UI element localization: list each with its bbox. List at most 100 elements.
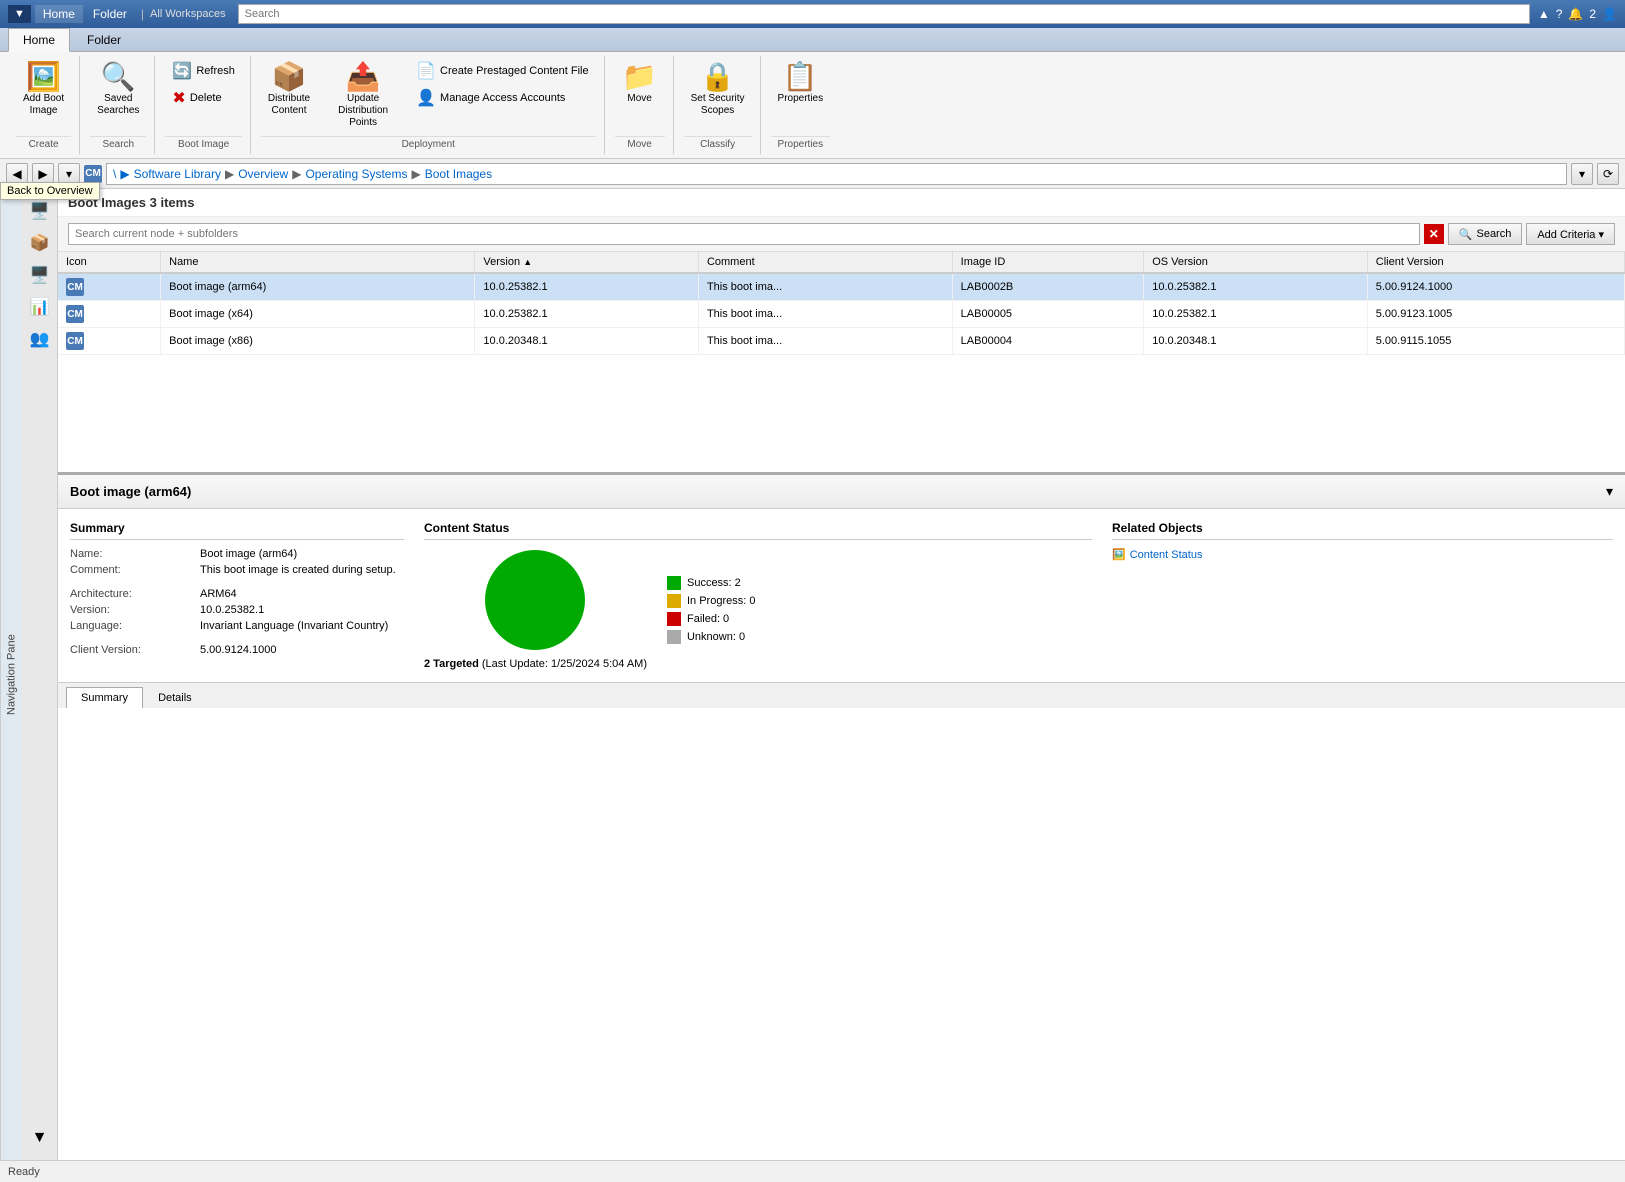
details-collapse-icon[interactable]: ▾ <box>1606 483 1613 500</box>
row-version: 10.0.25382.1 <box>475 273 699 301</box>
tab-folder[interactable]: Folder <box>72 28 136 51</box>
notification-count: 2 <box>1589 7 1596 21</box>
security-icon: 🔒 <box>700 63 735 91</box>
related-objects-section: Related Objects 🖼️ Content Status <box>1112 521 1613 670</box>
search-button[interactable]: 🔍 Search <box>1448 223 1523 245</box>
table-row[interactable]: CM Boot image (x86) 10.0.20348.1 This bo… <box>58 328 1625 355</box>
nav-icon-1[interactable]: 📦 <box>26 229 54 257</box>
breadcrumb-overview[interactable]: Overview <box>238 167 288 181</box>
content-header: Boot Images 3 items <box>58 189 1625 217</box>
success-color <box>667 576 681 590</box>
ribbon: 🖼️ Add Boot Image Create 🔍 Saved Searche… <box>0 52 1625 159</box>
breadcrumb-operating-systems[interactable]: Operating Systems <box>305 167 407 181</box>
saved-searches-label: Saved Searches <box>97 93 139 117</box>
refresh-label: Refresh <box>196 65 235 77</box>
move-label: Move <box>627 93 651 105</box>
row-os-version: 10.0.25382.1 <box>1144 301 1368 328</box>
classify-group-label: Classify <box>684 136 752 152</box>
arch-value: ARM64 <box>200 588 404 600</box>
last-update: (Last Update: 1/25/2024 5:04 AM) <box>482 658 647 670</box>
properties-button[interactable]: 📋 Properties <box>771 58 831 110</box>
summary-section: Summary Name: Boot image (arm64) Comment… <box>70 521 404 670</box>
title-bar: ▼ Home Folder | All Workspaces ▲ ? 🔔 2 👤 <box>0 0 1625 28</box>
refresh-nav-button[interactable]: ⟳ <box>1597 163 1619 185</box>
boot-image-actions: 🔄 Refresh ✖ Delete <box>165 58 241 111</box>
breadcrumb-sep3: ▶ <box>225 167 234 181</box>
related-objects-title: Related Objects <box>1112 521 1613 540</box>
content-status-section: Content Status 2 Targeted (Last Update: … <box>424 521 1092 670</box>
title-search-input[interactable] <box>238 4 1530 24</box>
failed-color <box>667 612 681 626</box>
refresh-button[interactable]: 🔄 Refresh <box>165 58 241 84</box>
nav-icon-2[interactable]: 🖥️ <box>26 261 54 289</box>
donut-area: 2 Targeted (Last Update: 1/25/2024 5:04 … <box>424 550 1092 670</box>
breadcrumb-sep5: ▶ <box>411 167 420 181</box>
table-row[interactable]: CM Boot image (arm64) 10.0.25382.1 This … <box>58 273 1625 301</box>
breadcrumb-boot-images[interactable]: Boot Images <box>425 167 492 181</box>
targeted-count: 2 Targeted <box>424 658 479 670</box>
update-dp-icon: 📤 <box>346 63 381 91</box>
tab-details[interactable]: Details <box>143 687 207 708</box>
distribute-content-label: Distribute Content <box>268 93 310 117</box>
row-os-version: 10.0.25382.1 <box>1144 273 1368 301</box>
home-tab[interactable]: Home <box>35 5 83 23</box>
folder-tab[interactable]: Folder <box>85 5 135 23</box>
tab-home[interactable]: Home <box>8 28 70 52</box>
saved-searches-button[interactable]: 🔍 Saved Searches <box>90 58 146 122</box>
distribute-content-button[interactable]: 📦 Distribute Content <box>261 58 317 122</box>
legend-failed: Failed: 0 <box>667 612 755 626</box>
search-group-label: Search <box>90 136 146 152</box>
add-criteria-button[interactable]: Add Criteria ▾ <box>1526 223 1615 245</box>
col-image-id[interactable]: Image ID <box>952 252 1144 273</box>
app-dropdown[interactable]: ▼ <box>8 5 31 23</box>
breadcrumb-dropdown[interactable]: ▾ <box>1571 163 1593 185</box>
deployment-group-label: Deployment <box>261 136 596 152</box>
table-row[interactable]: CM Boot image (x64) 10.0.25382.1 This bo… <box>58 301 1625 328</box>
row-version: 10.0.20348.1 <box>475 328 699 355</box>
table-container[interactable]: Icon Name Version ▲ Comment Image ID OS … <box>58 252 1625 472</box>
expand-icon[interactable]: ▲ <box>1538 7 1550 21</box>
nav-icon-3[interactable]: 📊 <box>26 293 54 321</box>
col-version[interactable]: Version ▲ <box>475 252 699 273</box>
nav-icon-0[interactable]: 🖥️ <box>26 197 54 225</box>
content-status-link[interactable]: 🖼️ Content Status <box>1112 548 1613 561</box>
row-icon: CM <box>66 332 84 350</box>
manage-accounts-button[interactable]: 👤 Manage Access Accounts <box>409 85 596 111</box>
nav-icon-4[interactable]: 👥 <box>26 325 54 353</box>
breadcrumb-sep1: \ <box>113 167 116 181</box>
row-image-id: LAB0002B <box>952 273 1144 301</box>
col-icon[interactable]: Icon <box>58 252 161 273</box>
comment-value: This boot image is created during setup. <box>200 564 404 576</box>
col-client-version[interactable]: Client Version <box>1367 252 1624 273</box>
nav-expand-btn[interactable]: ▼ <box>26 1124 54 1152</box>
search-button-label: Search <box>1476 228 1511 240</box>
move-button[interactable]: 📁 Move <box>615 58 665 110</box>
add-boot-image-button[interactable]: 🖼️ Add Boot Image <box>16 58 71 122</box>
tab-summary[interactable]: Summary <box>66 687 143 708</box>
col-comment[interactable]: Comment <box>698 252 952 273</box>
add-boot-image-icon: 🖼️ <box>26 63 61 91</box>
content-area: Boot Images 3 items ✕ 🔍 Search Add Crite… <box>58 189 1625 1160</box>
user-icon[interactable]: 👤 <box>1602 7 1617 21</box>
failed-label: Failed: 0 <box>687 613 729 625</box>
search-input[interactable] <box>68 223 1420 245</box>
navigation-pane-label: Navigation Pane <box>0 189 22 1160</box>
col-name[interactable]: Name <box>161 252 475 273</box>
set-security-button[interactable]: 🔒 Set Security Scopes <box>684 58 752 122</box>
status-bar: Ready <box>0 1160 1625 1182</box>
create-prestaged-button[interactable]: 📄 Create Prestaged Content File <box>409 58 596 84</box>
delete-button[interactable]: ✖ Delete <box>165 85 241 111</box>
breadcrumb-sep4: ▶ <box>292 167 301 181</box>
row-os-version: 10.0.20348.1 <box>1144 328 1368 355</box>
notification-icon[interactable]: 🔔 <box>1568 7 1583 21</box>
col-os-version[interactable]: OS Version <box>1144 252 1368 273</box>
update-dp-button[interactable]: 📤 Update Distribution Points <box>321 58 405 134</box>
row-comment: This boot ima... <box>698 328 952 355</box>
summary-title: Summary <box>70 521 404 540</box>
row-comment: This boot ima... <box>698 301 952 328</box>
breadcrumb-software-library[interactable]: Software Library <box>134 167 221 181</box>
search-clear-button[interactable]: ✕ <box>1424 224 1444 244</box>
help-icon[interactable]: ? <box>1556 7 1563 21</box>
properties-icon: 📋 <box>783 63 818 91</box>
boot-images-table: Icon Name Version ▲ Comment Image ID OS … <box>58 252 1625 355</box>
